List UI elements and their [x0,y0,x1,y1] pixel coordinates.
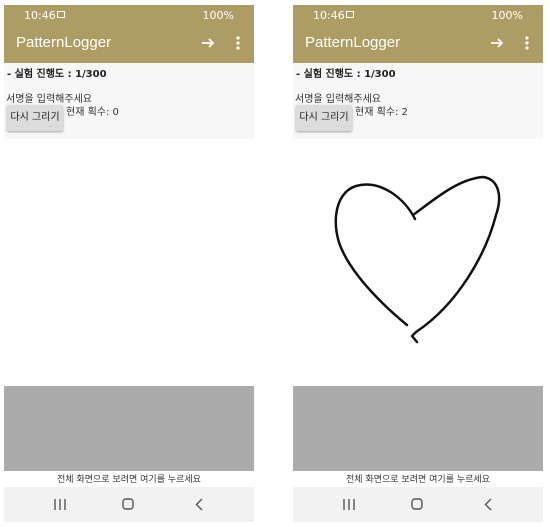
notification-icon [57,11,65,18]
fullscreen-hint[interactable]: 전체 화면으로 보려면 여기를 누르세요 [4,472,254,485]
recent-apps-icon[interactable] [54,499,66,510]
progress-text: - 실험 진행도 : 1/300 [296,69,396,80]
signature-canvas[interactable] [4,139,254,386]
battery-level: 100% [491,9,523,22]
experiment-panel: - 실험 진행도 : 1/300 서명을 입력해주세요 다시 그리기 현재 획수… [293,63,543,139]
fullscreen-hint[interactable]: 전체 화면으로 보려면 여기를 누르세요 [293,472,543,485]
app-bar: PatternLogger [4,25,254,63]
back-icon[interactable] [195,498,203,511]
battery-level: 100% [202,9,234,22]
app-title: PatternLogger [305,34,401,51]
experiment-panel: - 실험 진행도 : 1/300 서명을 입력해주세요 다시 그리기 현재 획수… [4,63,254,139]
app-title: PatternLogger [16,34,112,51]
progress-text: - 실험 진행도 : 1/300 [7,69,107,80]
more-vertical-icon[interactable] [524,35,530,51]
status-bar: 10:46 100% [293,5,543,25]
phone-screen-before: 10:46 100% PatternLogger - 실험 진행도 : 1/30… [4,5,254,522]
notification-icon [346,11,354,18]
phone-screen-after: 10:46 100% PatternLogger - 실험 진행도 : 1/30… [293,5,543,522]
arrow-right-icon[interactable] [489,35,505,51]
stroke-2 [410,175,501,344]
stroke-count: 현재 획수: 0 [66,107,119,118]
more-vertical-icon[interactable] [235,35,241,51]
heart-drawing [334,175,501,344]
status-bar: 10:46 100% [4,5,254,25]
redraw-button[interactable]: 다시 그리기 [7,105,63,131]
recent-apps-icon[interactable] [343,499,355,510]
stroke-1 [334,183,417,327]
redraw-button[interactable]: 다시 그리기 [296,105,352,131]
system-nav-bar [4,487,254,522]
system-nav-bar [293,487,543,522]
signature-canvas[interactable] [293,139,543,386]
back-icon[interactable] [484,498,492,511]
preview-area[interactable] [293,386,543,471]
stroke-count: 현재 획수: 2 [355,107,408,118]
preview-area[interactable] [4,386,254,471]
status-time: 10:46 [313,9,345,22]
arrow-right-icon[interactable] [200,35,216,51]
app-bar: PatternLogger [293,25,543,63]
home-icon[interactable] [411,498,423,510]
status-time: 10:46 [24,9,56,22]
home-icon[interactable] [122,498,134,510]
